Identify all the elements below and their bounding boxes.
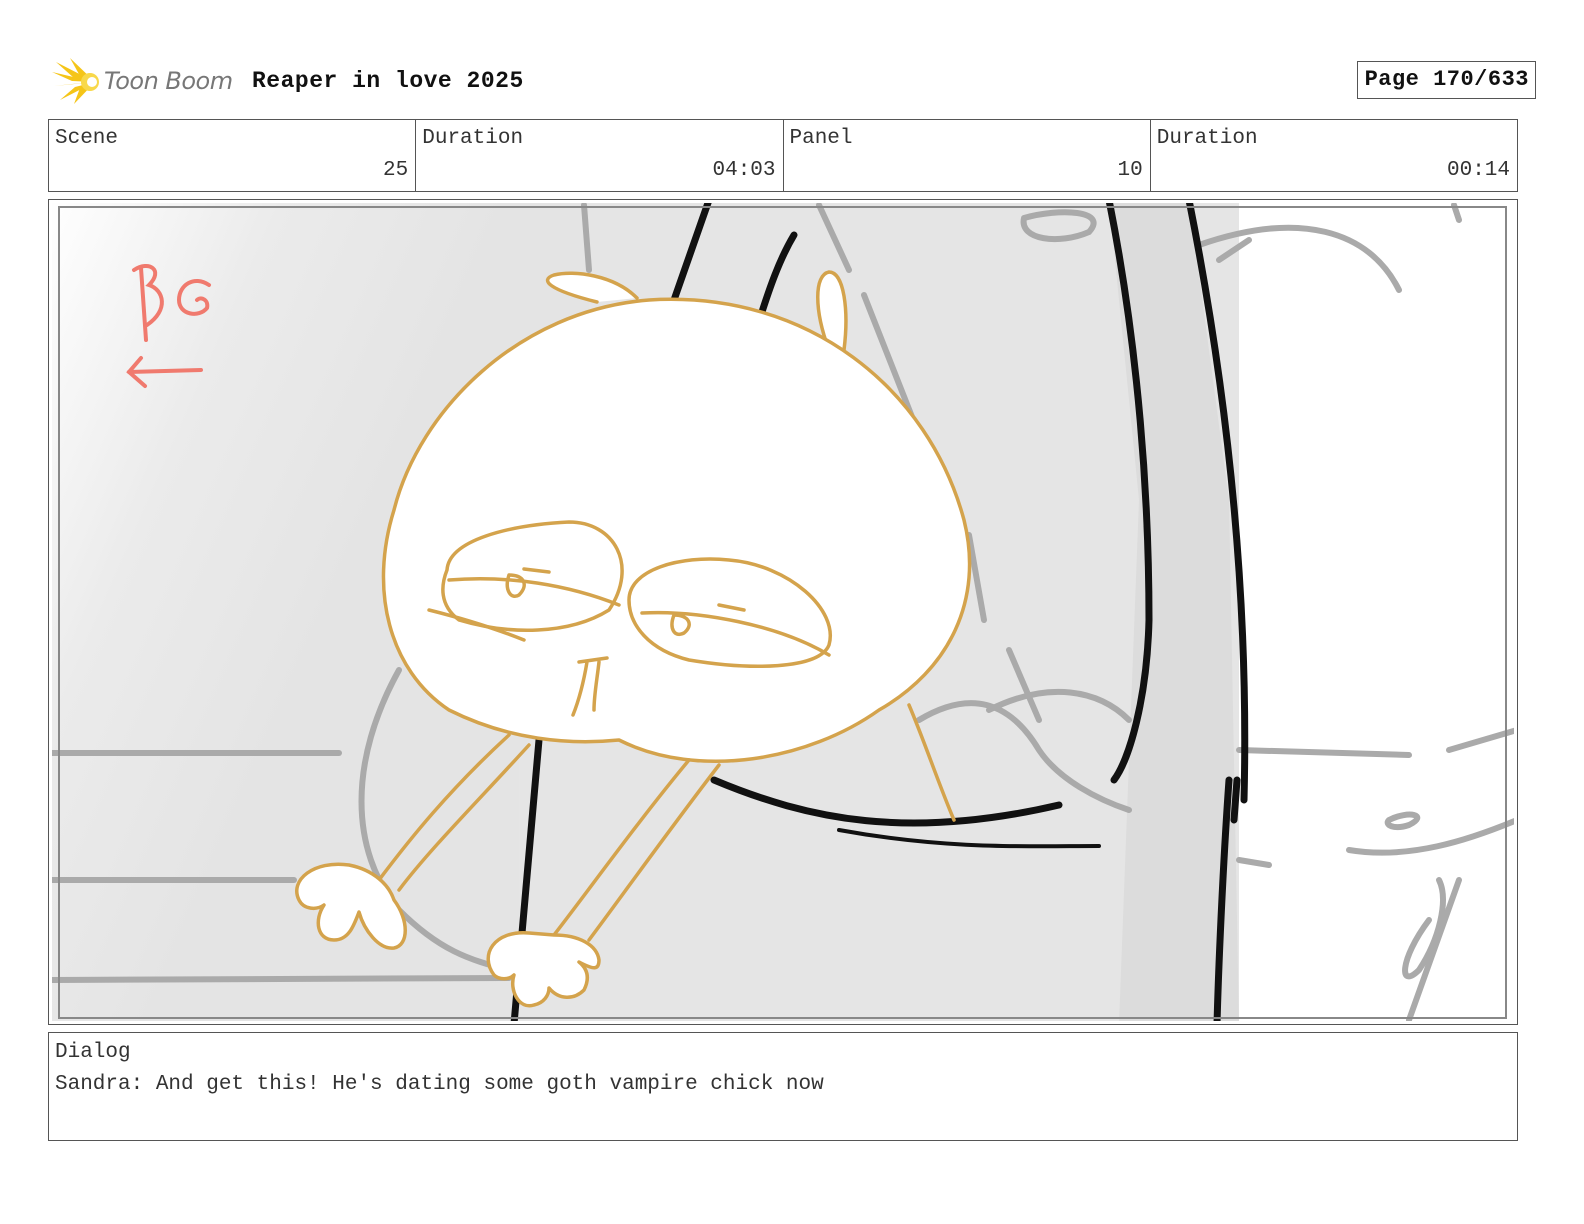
panel-duration-cell: Duration 00:14 [1151,120,1517,191]
panel-cell: Panel 10 [784,120,1151,191]
scene-info-row: Scene 25 Duration 04:03 Panel 10 Duratio… [48,119,1518,192]
panel-label: Panel [789,127,853,150]
scene-duration-value: 04:03 [712,159,776,182]
dialog-text: Sandra: And get this! He's dating some g… [55,1073,824,1096]
dialog-label: Dialog [55,1041,131,1064]
scene-duration-cell: Duration 04:03 [416,120,784,191]
storyboard-panel-frame: BG [48,199,1518,1025]
panel-duration-value: 00:14 [1446,159,1510,182]
scene-label: Scene [55,127,119,150]
scene-duration-label: Duration [422,127,524,150]
dialog-box: Dialog Sandra: And get this! He's dating… [48,1032,1518,1141]
panel-drawing: BG [52,203,1514,1021]
project-title: Reaper in love 2025 [252,68,524,94]
panel-duration-label: Duration [1156,127,1258,150]
panel-value: 10 [1117,159,1143,182]
scene-value: 25 [383,159,409,182]
logo-text: Toon Boom [104,67,233,95]
storyboard-header: Toon Boom Reaper in love 2025 Page 170/6… [50,52,1536,108]
scene-cell: Scene 25 [49,120,417,191]
page-indicator: Page 170/633 [1356,61,1536,99]
starburst-icon [52,58,99,104]
toon-boom-logo: Toon Boom [50,56,233,106]
